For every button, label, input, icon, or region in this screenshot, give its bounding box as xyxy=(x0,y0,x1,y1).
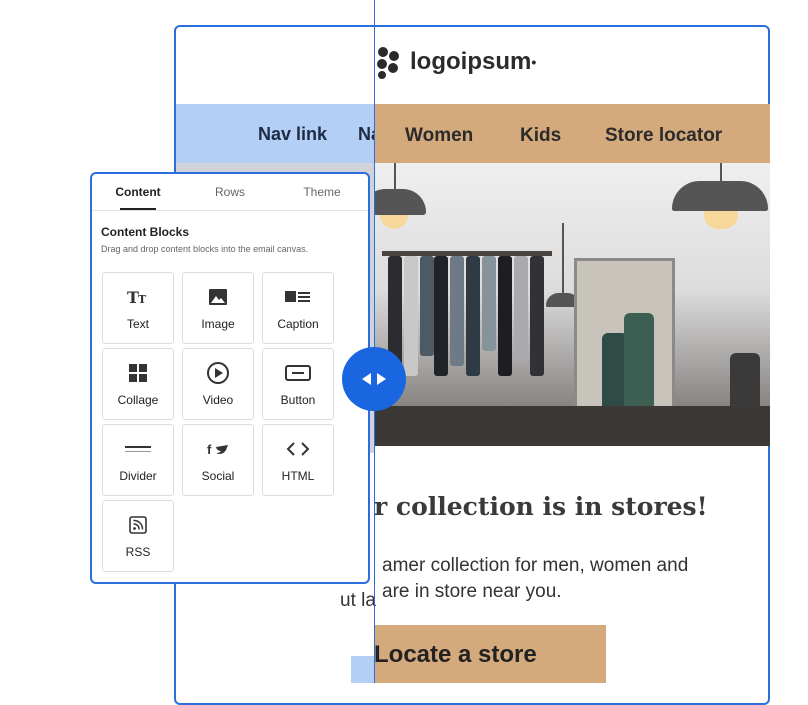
social-icon: f xyxy=(206,437,230,461)
email-body-line-1: amer collection for men, women and xyxy=(382,555,689,576)
block-social[interactable]: f Social xyxy=(182,424,254,496)
left-button-fragment[interactable] xyxy=(351,656,375,683)
block-label: HTML xyxy=(281,469,315,483)
hero-image xyxy=(374,163,770,446)
divider-icon xyxy=(125,437,151,461)
left-nav-link-1[interactable]: Nav link xyxy=(258,124,327,145)
logo-text: logoipsum xyxy=(410,48,532,75)
block-button[interactable]: Button xyxy=(262,348,334,420)
email-headline: r collection is in stores! xyxy=(374,492,708,521)
email-body-text: amer collection for men, women and are i… xyxy=(382,553,712,605)
caption-icon xyxy=(285,285,311,309)
comparison-divider-line[interactable] xyxy=(374,0,375,683)
locate-store-button[interactable]: Locate a store xyxy=(374,625,606,683)
block-label: Button xyxy=(280,393,316,407)
svg-text:f: f xyxy=(207,442,212,457)
nav-link-store-locator[interactable]: Store locator xyxy=(605,125,722,147)
block-label: RSS xyxy=(125,545,151,559)
block-label: Collage xyxy=(117,393,159,407)
content-blocks-grid: TT Text Image Caption Collage Video Butt… xyxy=(102,272,334,572)
logo-mark-icon xyxy=(377,47,399,79)
block-divider[interactable]: Divider xyxy=(102,424,174,496)
text-icon: TT xyxy=(127,285,149,309)
section-description: Drag and drop content blocks into the em… xyxy=(101,244,309,254)
left-nav-bar: Nav link Na xyxy=(176,104,381,163)
block-label: Caption xyxy=(277,317,319,331)
left-body-fragment: ut la xyxy=(340,590,376,611)
section-title: Content Blocks xyxy=(101,225,190,239)
content-panel: Content Rows Theme Content Blocks Drag a… xyxy=(90,172,370,584)
svg-text:T: T xyxy=(138,293,147,306)
button-icon xyxy=(285,361,311,385)
logo: logoipsum • xyxy=(374,42,536,82)
collage-icon xyxy=(128,361,148,385)
compare-arrows-icon xyxy=(362,373,386,385)
right-nav-bar: Women Kids Store locator xyxy=(374,104,770,163)
block-label: Image xyxy=(201,317,235,331)
panel-tabs: Content Rows Theme xyxy=(92,174,368,211)
tab-theme[interactable]: Theme xyxy=(276,174,368,210)
block-caption[interactable]: Caption xyxy=(262,272,334,344)
video-icon xyxy=(206,361,230,385)
block-collage[interactable]: Collage xyxy=(102,348,174,420)
block-text[interactable]: TT Text xyxy=(102,272,174,344)
block-video[interactable]: Video xyxy=(182,348,254,420)
block-html[interactable]: HTML xyxy=(262,424,334,496)
nav-link-kids[interactable]: Kids xyxy=(520,125,561,147)
block-label: Text xyxy=(126,317,149,331)
tab-content[interactable]: Content xyxy=(92,174,184,210)
block-rss[interactable]: RSS xyxy=(102,500,174,572)
compare-slider-handle[interactable] xyxy=(342,347,406,411)
tab-rows[interactable]: Rows xyxy=(184,174,276,210)
nav-link-women[interactable]: Women xyxy=(405,125,473,147)
block-image[interactable]: Image xyxy=(182,272,254,344)
rss-icon xyxy=(129,513,147,537)
block-label: Divider xyxy=(119,469,157,483)
image-icon xyxy=(208,285,228,309)
block-label: Video xyxy=(202,393,234,407)
email-body-line-2: are in store near you. xyxy=(382,581,562,602)
html-icon xyxy=(286,437,310,461)
block-label: Social xyxy=(201,469,235,483)
